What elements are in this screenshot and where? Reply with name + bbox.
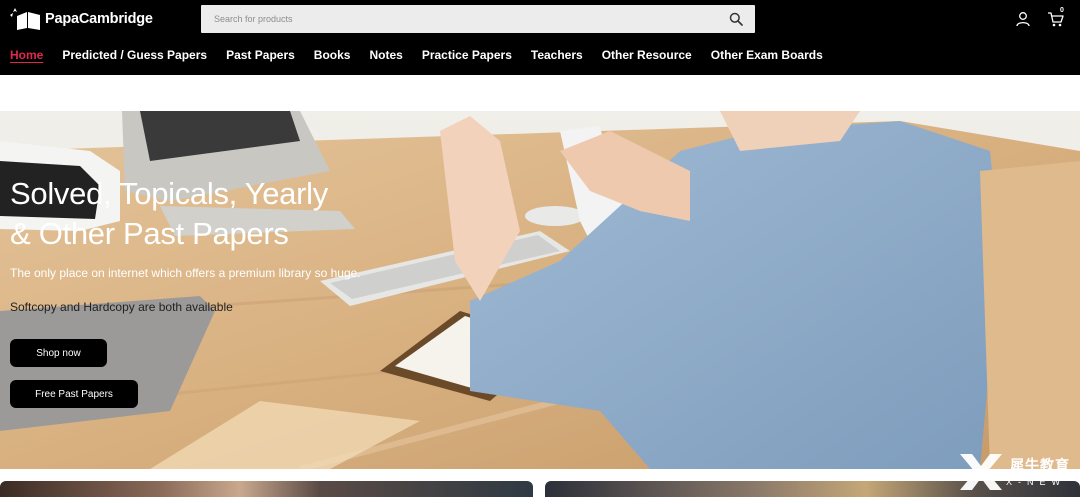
watermark-logo-icon	[960, 454, 1002, 490]
cart-count-badge: 0	[1060, 7, 1064, 14]
nav-teachers[interactable]: Teachers	[531, 48, 583, 62]
watermark-subtext: X-NEW	[1006, 477, 1066, 487]
search-button[interactable]	[722, 5, 750, 33]
nav-other-resource[interactable]: Other Resource	[602, 48, 692, 62]
user-icon[interactable]	[1015, 11, 1031, 27]
nav-past-papers[interactable]: Past Papers	[226, 48, 295, 62]
hero-banner: Solved, Topicals, Yearly & Other Past Pa…	[0, 111, 1080, 469]
site-header: PapaCambridge 0 Home Predicted / Guess P…	[0, 0, 1080, 75]
nav-other-exam-boards[interactable]: Other Exam Boards	[711, 48, 823, 62]
hero-title-line2: & Other Past Papers	[10, 216, 289, 251]
logo[interactable]: PapaCambridge	[9, 6, 153, 32]
search-bar	[201, 5, 755, 33]
hero-background-image	[0, 111, 1080, 469]
watermark: 犀牛教育 X-NEW	[958, 452, 1080, 497]
cart-button[interactable]: 0	[1047, 7, 1067, 28]
free-past-papers-button[interactable]: Free Past Papers	[10, 380, 138, 408]
watermark-text: 犀牛教育	[1010, 457, 1070, 473]
nav-home[interactable]: Home	[10, 48, 43, 62]
main-nav: Home Predicted / Guess Papers Past Paper…	[0, 46, 823, 64]
nav-notes[interactable]: Notes	[369, 48, 402, 62]
nav-practice-papers[interactable]: Practice Papers	[422, 48, 512, 62]
nav-books[interactable]: Books	[314, 48, 351, 62]
nav-predicted-guess-papers[interactable]: Predicted / Guess Papers	[62, 48, 207, 62]
search-icon	[729, 12, 743, 26]
hero-title-line1: Solved, Topicals, Yearly	[10, 176, 328, 211]
hero-subtitle: The only place on internet which offers …	[10, 266, 361, 280]
logo-icon	[10, 8, 40, 30]
search-input[interactable]	[201, 5, 722, 33]
hero-subtitle-secondary: Softcopy and Hardcopy are both available	[10, 300, 233, 314]
logo-text: PapaCambridge	[45, 11, 153, 27]
hero-title: Solved, Topicals, Yearly & Other Past Pa…	[10, 174, 430, 254]
feature-card-left[interactable]	[0, 481, 533, 497]
shop-now-button[interactable]: Shop now	[10, 339, 107, 367]
